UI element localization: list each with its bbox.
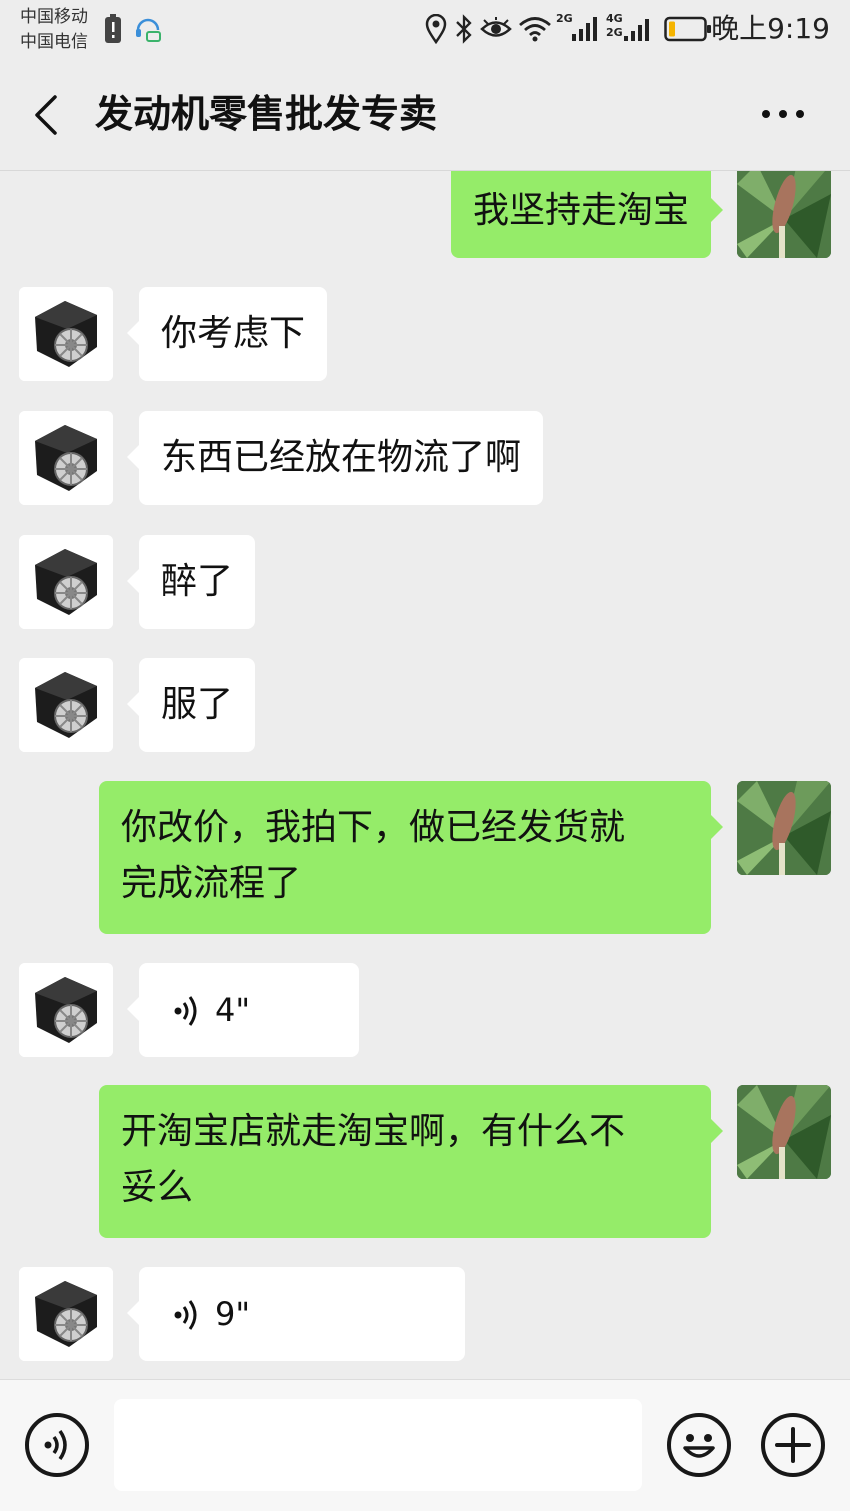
engine-avatar-icon xyxy=(19,658,113,752)
message-bubble-outgoing[interactable]: 开淘宝店就走淘宝啊，有什么不 妥么 xyxy=(99,1085,723,1238)
message-bubble-incoming[interactable]: 醉了 xyxy=(126,535,256,629)
engine-avatar-icon xyxy=(19,1267,113,1361)
more-options-icon[interactable] xyxy=(758,102,808,126)
more-functions-button[interactable] xyxy=(761,1413,825,1477)
my-avatar[interactable] xyxy=(737,171,831,258)
message-bubble-incoming[interactable]: 你考虑下 xyxy=(126,287,328,381)
status-time: 晚上9:19 xyxy=(711,12,830,45)
message-text-line: 开淘宝店就走淘宝啊，有什么不 xyxy=(121,1111,626,1152)
network-type-2-top: 4G xyxy=(606,12,623,25)
voice-duration: 9" xyxy=(215,1295,251,1333)
network-type-2-bottom: 2G xyxy=(606,26,623,39)
contact-avatar[interactable] xyxy=(19,658,113,752)
alert-icon xyxy=(105,14,121,43)
signal-icon-1 xyxy=(572,17,597,41)
voice-message-incoming[interactable]: 9" xyxy=(127,1267,465,1361)
emoji-icon xyxy=(683,1434,715,1458)
voice-input-button[interactable] xyxy=(25,1413,89,1477)
plant-avatar-icon xyxy=(737,781,831,875)
chat-title: 发动机零售批发专卖 xyxy=(95,92,438,136)
engine-avatar-icon xyxy=(19,287,113,381)
message-bubble-incoming[interactable]: 服了 xyxy=(126,658,256,752)
message-assistant-icon xyxy=(136,18,161,42)
voice-wave-icon xyxy=(174,1300,197,1330)
contact-avatar[interactable] xyxy=(19,963,113,1057)
carrier-2: 中国电信 xyxy=(20,32,88,52)
voice-icon xyxy=(44,1429,67,1461)
my-avatar[interactable] xyxy=(737,781,831,875)
contact-avatar[interactable] xyxy=(19,1267,113,1361)
emoji-button[interactable] xyxy=(667,1413,731,1477)
back-arrow-icon[interactable] xyxy=(30,93,64,137)
battery-icon xyxy=(664,16,711,42)
plant-avatar-icon xyxy=(737,1085,831,1179)
plant-avatar-icon xyxy=(737,171,831,258)
engine-avatar-icon xyxy=(19,963,113,1057)
message-text-line: 妥么 xyxy=(121,1167,194,1208)
contact-avatar[interactable] xyxy=(19,287,113,381)
bluetooth-icon xyxy=(456,14,472,44)
my-avatar[interactable] xyxy=(737,1085,831,1179)
plus-icon xyxy=(775,1427,811,1463)
message-text: 服了 xyxy=(161,684,234,725)
eye-icon xyxy=(480,17,512,37)
engine-avatar-icon xyxy=(19,411,113,505)
signal-icon-2 xyxy=(624,19,649,41)
message-input[interactable] xyxy=(114,1399,642,1491)
engine-avatar-icon xyxy=(19,535,113,629)
message-list[interactable]: 我坚持走淘宝 你考虑下 东西已经放在物流了啊 醉了 服了 你改价，我拍下，做已经… xyxy=(0,171,850,1379)
message-bubble-outgoing[interactable]: 我坚持走淘宝 xyxy=(450,171,724,258)
chat-header: 发动机零售批发专卖 xyxy=(0,60,850,171)
message-text: 醉了 xyxy=(161,561,234,602)
input-bar xyxy=(0,1379,850,1511)
voice-wave-icon xyxy=(174,996,197,1026)
voice-message-incoming[interactable]: 4" xyxy=(127,963,359,1057)
message-text-line: 你改价，我拍下，做已经发货就 xyxy=(121,807,626,848)
message-bubble-incoming[interactable]: 东西已经放在物流了啊 xyxy=(126,411,544,505)
message-text: 我坚持走淘宝 xyxy=(472,190,689,231)
carrier-1: 中国移动 xyxy=(20,7,88,27)
wifi-icon xyxy=(519,17,551,42)
location-icon xyxy=(425,14,447,44)
status-bar: 中国移动 中国电信 2G 4G 2G 晚上9:19 xyxy=(0,0,850,60)
message-text: 东西已经放在物流了啊 xyxy=(161,437,522,478)
message-text: 你考虑下 xyxy=(161,313,306,354)
voice-duration: 4" xyxy=(215,991,251,1029)
contact-avatar[interactable] xyxy=(19,411,113,505)
message-text-line: 完成流程了 xyxy=(121,863,302,904)
message-bubble-outgoing[interactable]: 你改价，我拍下，做已经发货就 完成流程了 xyxy=(99,781,723,934)
contact-avatar[interactable] xyxy=(19,535,113,629)
